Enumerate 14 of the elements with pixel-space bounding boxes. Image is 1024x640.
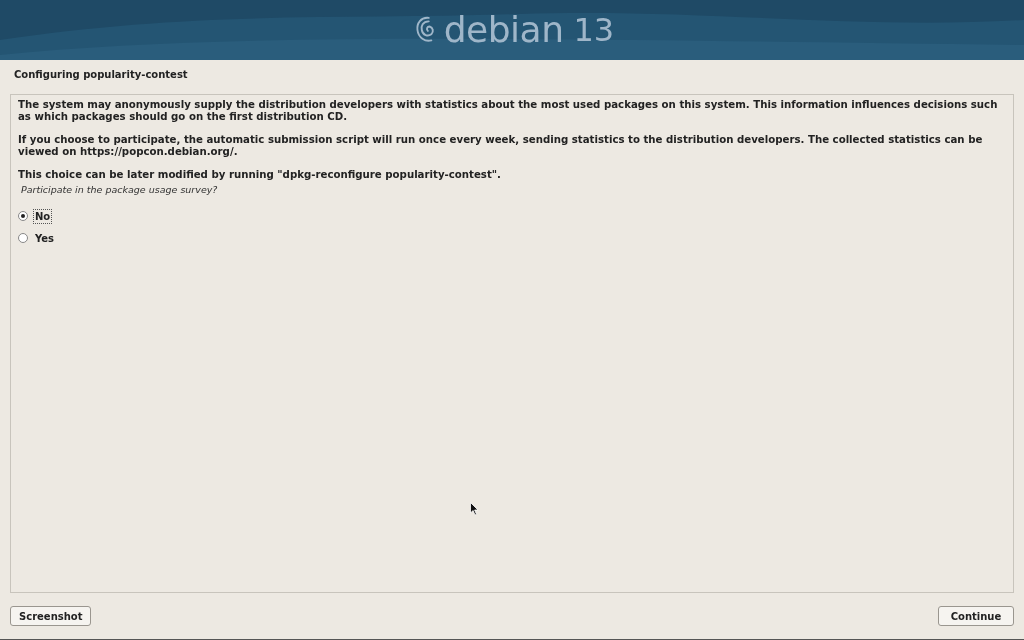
logo-text: debian: [443, 12, 564, 48]
question-text: Participate in the package usage survey?: [21, 184, 219, 195]
dialog-title: Configuring popularity-contest: [14, 69, 189, 80]
description-text: This choice can be later modified by running "dpkg-reconfigure popularity-contest".: [18, 169, 502, 181]
mouse-cursor-icon: [470, 502, 479, 516]
screenshot-button[interactable]: Screenshot: [10, 606, 92, 626]
description-text: If you choose to participate, the automatic submission script will run once every week, sending statistics to the distribution developers. The collected statistics can be viewed on https://popcon.debian.org/.: [18, 134, 984, 158]
radio-button[interactable]: [18, 233, 28, 243]
radio-button[interactable]: [18, 211, 28, 221]
continue-button[interactable]: Continue: [938, 606, 1014, 626]
version-number: 13: [573, 14, 615, 46]
description-text: The system may anonymously supply the distribution developers with statistics about the most used packages on this system. This information influences decisions such as which packages should go on the first distribution CD.: [18, 99, 999, 123]
choice-label[interactable]: Yes: [33, 230, 57, 246]
choice-label[interactable]: No: [33, 208, 53, 224]
